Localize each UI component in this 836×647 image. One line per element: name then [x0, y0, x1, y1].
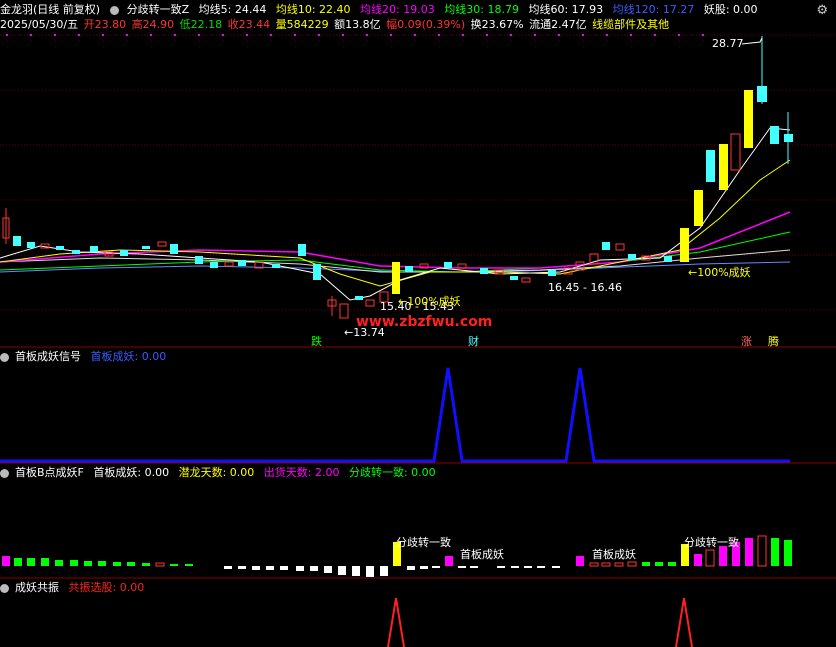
panel3-value: 共振选股: 0.00 — [68, 581, 145, 594]
panel3-signal-line-2 — [675, 597, 693, 647]
pct-label-2: ←100%成妖 — [688, 266, 751, 279]
pct-label-1: ←100%成妖 — [398, 295, 461, 308]
watermark: www.zbzfwu.com — [356, 314, 493, 330]
panel2-title[interactable]: 首板B点成妖F — [15, 466, 84, 479]
panel2-item4: 分歧转一致: 0.00 — [348, 466, 436, 479]
panel2-annotation-4: 分歧转一致 — [684, 536, 739, 549]
panel2-item3: 出货天数: 2.00 — [263, 466, 340, 479]
mark-die: 跌 — [311, 335, 322, 348]
panel1-signal-line — [0, 367, 790, 463]
panel3-header: 成妖共振 共振选股: 0.00 — [0, 580, 150, 596]
panel3-title[interactable]: 成妖共振 — [15, 581, 59, 594]
panel1-title[interactable]: 首板成妖信号 — [15, 350, 81, 363]
mark-teng: 腾 — [768, 335, 779, 348]
panel2-toggle-icon[interactable] — [0, 468, 9, 478]
mark-zhang: 涨 — [741, 335, 752, 348]
range-label-2: 16.45 - 16.46 — [548, 281, 622, 294]
panel1-header: 首板成妖信号 首板成妖: 0.00 — [0, 349, 172, 365]
panel2-header: 首板B点成妖F 首板成妖: 0.00 潜龙天数: 0.00 出货天数: 2.00… — [0, 465, 442, 481]
panel2-annotation-1: 分歧转一致 — [396, 536, 451, 549]
panel2-item1: 首板成妖: 0.00 — [93, 466, 170, 479]
candles — [2, 36, 793, 319]
panel3-signal-line — [387, 597, 405, 647]
high-price-label: 28.77 — [712, 37, 744, 50]
top-dots — [6, 34, 704, 36]
panel2-annotation-3: 首板成妖 — [592, 548, 636, 561]
mark-cai: 财 — [468, 335, 479, 348]
panel1-value: 首板成妖: 0.00 — [90, 350, 167, 363]
panel2-annotation-2: 首板成妖 — [460, 548, 504, 561]
high-pointer-line — [741, 37, 763, 45]
panel1-toggle-icon[interactable] — [0, 352, 9, 362]
panel2-item2: 潜龙天数: 0.00 — [178, 466, 255, 479]
panel3-toggle-icon[interactable] — [0, 583, 9, 593]
